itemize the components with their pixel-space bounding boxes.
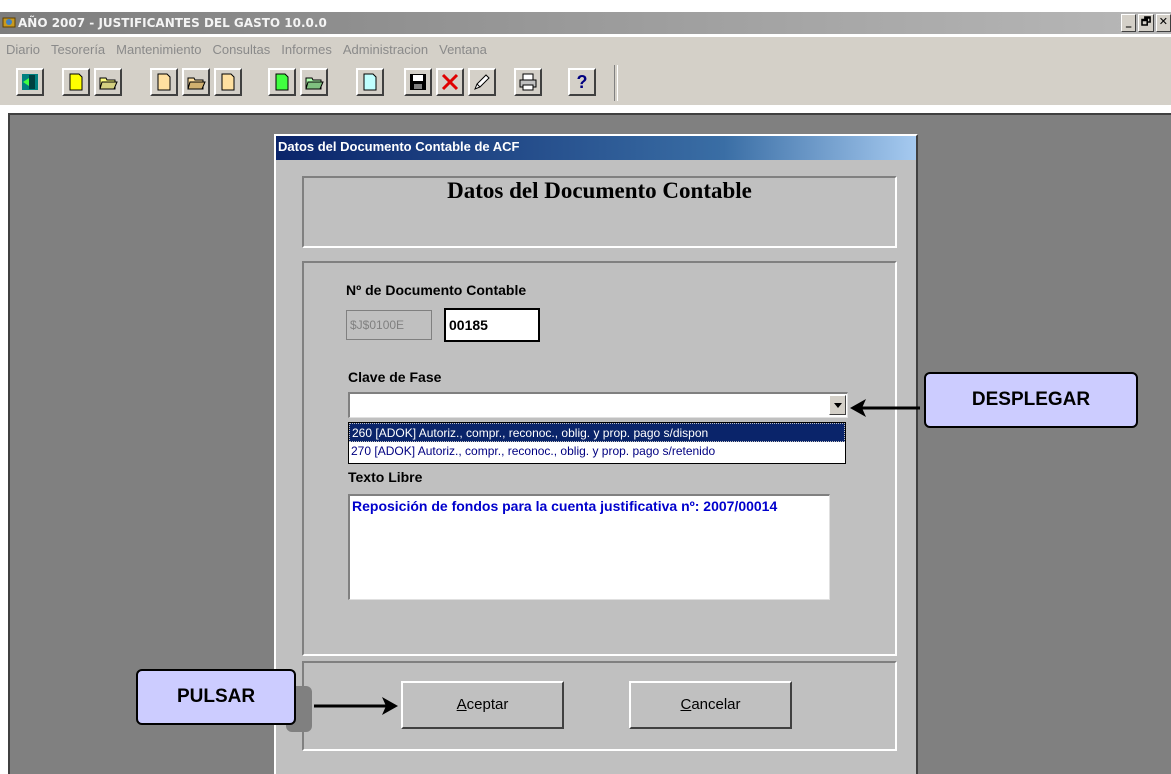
- doc-number-label: Nº de Documento Contable: [346, 282, 527, 298]
- callout-pulsar: PULSAR: [136, 669, 296, 725]
- free-text-area[interactable]: Reposición de fondos para la cuenta just…: [348, 494, 830, 600]
- delete-icon: [441, 73, 459, 91]
- header-panel: Datos del Documento Contable: [302, 176, 897, 248]
- save-button[interactable]: [404, 68, 432, 96]
- menu-diario[interactable]: Diario: [6, 37, 40, 59]
- menu-mantenimiento[interactable]: Mantenimiento: [116, 37, 201, 59]
- new-cyan-button[interactable]: [356, 68, 384, 96]
- doc-prefix-field: $J$0100E: [346, 310, 432, 340]
- document-dialog: Datos del Documento Contable de ACF Dato…: [274, 134, 918, 774]
- new-doc-icon: [157, 73, 171, 91]
- chevron-down-icon[interactable]: [829, 395, 846, 415]
- edit-button[interactable]: [468, 68, 496, 96]
- phase-option[interactable]: 270 [ADOK] Autoriz., compr., reconoc., o…: [349, 442, 845, 461]
- print-button[interactable]: [514, 68, 542, 96]
- exit-icon: [22, 74, 38, 90]
- phase-combobox[interactable]: [348, 392, 848, 418]
- new-green-button[interactable]: [268, 68, 296, 96]
- app-icon: [2, 17, 16, 28]
- menu-consultas[interactable]: Consultas: [212, 37, 270, 59]
- cancel-button[interactable]: Cancelar: [629, 681, 792, 729]
- menu-informes[interactable]: Informes: [281, 37, 332, 59]
- button-panel: [302, 661, 897, 751]
- accept-label: Aceptar: [456, 696, 509, 713]
- callout-desplegar: DESPLEGAR: [924, 372, 1138, 428]
- doc-number-field[interactable]: 00185: [444, 308, 540, 342]
- cancel-label: Cancelar: [680, 696, 741, 713]
- minimize-button[interactable]: _: [1121, 14, 1137, 32]
- help-button[interactable]: ?: [568, 68, 596, 96]
- new-button-2[interactable]: [150, 68, 178, 96]
- save-icon: [410, 74, 426, 90]
- window-titlebar: AÑO 2007 - JUSTIFICANTES DEL GASTO 10.0.…: [0, 12, 1171, 34]
- phase-dropdown-list: 260 [ADOK] Autoriz., compr., reconoc., o…: [348, 422, 846, 464]
- new-doc-icon: [221, 73, 235, 91]
- close-button[interactable]: ✕: [1155, 14, 1171, 32]
- edit-icon: [474, 74, 490, 90]
- window-title: AÑO 2007 - JUSTIFICANTES DEL GASTO 10.0.…: [18, 16, 327, 30]
- open-button-2[interactable]: [182, 68, 210, 96]
- phase-option[interactable]: 260 [ADOK] Autoriz., compr., reconoc., o…: [349, 423, 845, 442]
- restore-button[interactable]: 🗗: [1138, 14, 1154, 32]
- toolbar: ?: [0, 59, 1171, 105]
- menu-ventana[interactable]: Ventana: [439, 37, 487, 59]
- menu-bar: Diario Tesorería Mantenimiento Consultas…: [0, 37, 1171, 59]
- new-button-3[interactable]: [214, 68, 242, 96]
- help-icon: ?: [576, 71, 588, 92]
- print-icon: [519, 73, 537, 91]
- new-doc-icon: [69, 73, 83, 91]
- dialog-title: Datos del Documento Contable de ACF: [276, 136, 916, 160]
- toolbar-separator: [614, 65, 618, 101]
- dialog-heading: Datos del Documento Contable: [447, 178, 752, 203]
- window-controls: _ 🗗 ✕: [1121, 14, 1171, 32]
- new-button[interactable]: [62, 68, 90, 96]
- new-doc-green-icon: [275, 73, 289, 91]
- open-folder-icon: [187, 77, 206, 90]
- menu-administracion[interactable]: Administracion: [343, 37, 428, 59]
- delete-button[interactable]: [436, 68, 464, 96]
- open-folder-icon: [305, 77, 324, 90]
- phase-label: Clave de Fase: [348, 369, 442, 385]
- new-doc-icon: [363, 73, 377, 91]
- open-folder-icon: [99, 77, 118, 90]
- free-text-label: Texto Libre: [348, 469, 423, 485]
- menu-tesoreria[interactable]: Tesorería: [51, 37, 105, 59]
- accept-button[interactable]: Aceptar: [401, 681, 564, 729]
- open-button[interactable]: [94, 68, 122, 96]
- exit-button[interactable]: [16, 68, 44, 96]
- open-green-button[interactable]: [300, 68, 328, 96]
